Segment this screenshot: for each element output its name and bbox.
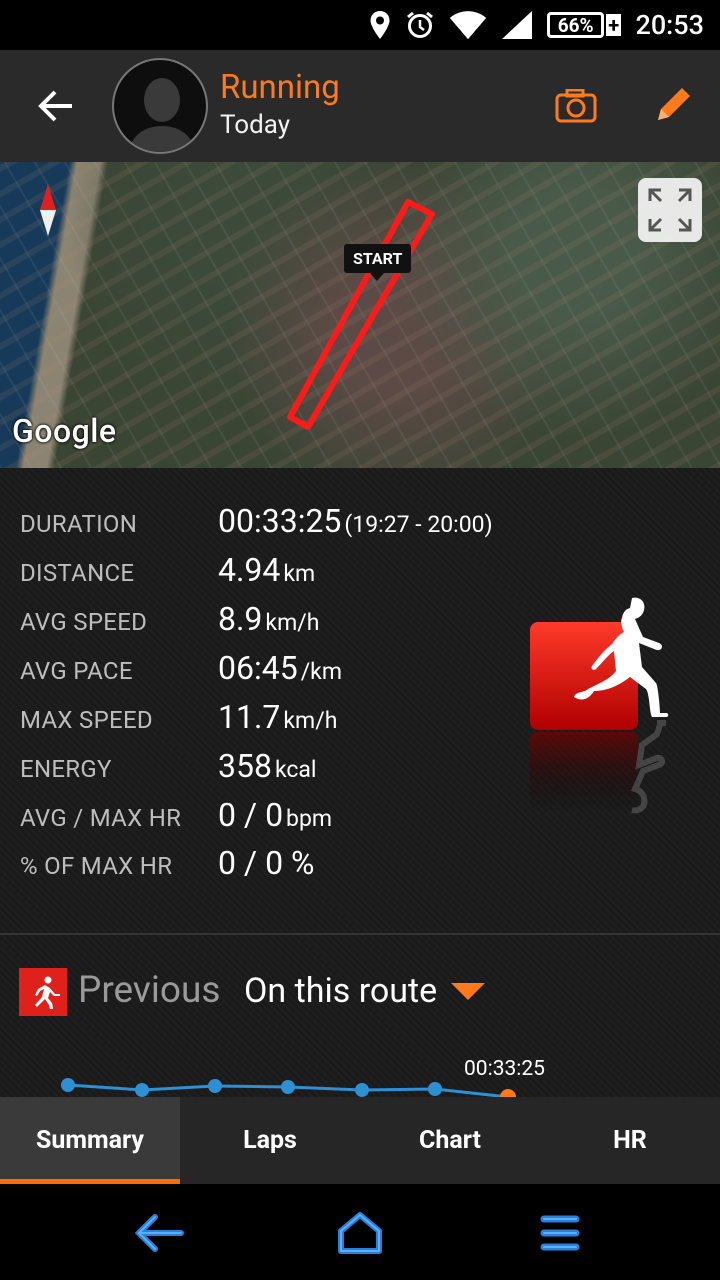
activity-title: Running (220, 68, 340, 107)
camera-icon (555, 89, 597, 123)
chart-point-current (500, 1089, 516, 1097)
stat-row-distance: DISTANCE 4.94 km (0, 551, 720, 591)
pencil-icon (658, 88, 690, 120)
stat-value: 8.9 km/h (218, 600, 320, 638)
tab-laps[interactable]: Laps (180, 1097, 360, 1184)
stat-row-duration: DURATION 00:33:25 (19:27 - 20:00) (0, 502, 720, 542)
menu-icon (540, 1215, 580, 1251)
battery-icon: 66% + (547, 11, 622, 39)
stat-label: DISTANCE (20, 559, 135, 587)
stat-label: DURATION (20, 510, 138, 538)
route-map[interactable]: START Google (0, 162, 720, 468)
stat-row-max-hr-percent: % OF MAX HR 0 / 0 % (0, 844, 720, 884)
chart-point (355, 1083, 369, 1097)
start-marker: START (344, 244, 412, 281)
avatar[interactable] (112, 58, 208, 154)
app-header: Running Today (0, 50, 720, 162)
chart-point (281, 1080, 295, 1094)
tab-hr[interactable]: HR (540, 1097, 720, 1184)
tab-summary[interactable]: Summary (0, 1097, 180, 1184)
previous-label: Previous (78, 969, 221, 1012)
chart-point (428, 1082, 442, 1096)
signal-icon (502, 11, 533, 39)
back-button[interactable] (28, 80, 84, 132)
tab-chart[interactable]: Chart (360, 1097, 540, 1184)
sport-type-icon[interactable] (528, 592, 698, 816)
chart-point (61, 1078, 75, 1092)
google-logo: Google (12, 412, 117, 450)
comparison-dropdown[interactable]: On this route (244, 971, 486, 1011)
stat-label: AVG PACE (20, 657, 133, 685)
stat-value: 0 / 0 % (218, 844, 315, 882)
running-icon (19, 968, 67, 1016)
wifi-icon (450, 11, 487, 39)
stat-label: MAX SPEED (20, 706, 153, 734)
charging-indicator: + (605, 13, 622, 37)
back-arrow-icon (135, 1214, 184, 1252)
battery-percent: 66% (557, 13, 594, 37)
stat-label: ENERGY (20, 755, 112, 783)
activity-date: Today (220, 110, 291, 140)
chart-current-time-label: 00:33:25 (464, 1057, 545, 1081)
expand-map-button[interactable] (638, 178, 702, 242)
edit-button[interactable] (648, 78, 700, 130)
stat-value: 4.94 km (218, 551, 316, 589)
compass-icon[interactable] (38, 184, 58, 240)
person-silhouette-icon (128, 78, 196, 152)
alarm-icon (407, 11, 434, 38)
stat-value: 0 / 0 bpm (218, 796, 333, 834)
stat-value: 11.7 km/h (218, 698, 338, 736)
stat-label: AVG / MAX HR (20, 804, 182, 832)
stat-label: AVG SPEED (20, 608, 148, 636)
previous-section: Previous On this route 00:33:25 (0, 935, 720, 1097)
caret-down-icon (451, 982, 486, 1000)
camera-button[interactable] (550, 80, 602, 132)
nav-back-button[interactable] (130, 1208, 190, 1258)
chart-point (135, 1083, 149, 1097)
activity-summary: DURATION 00:33:25 (19:27 - 20:00) DISTANC… (0, 468, 720, 934)
location-icon (370, 11, 390, 39)
stat-value: 06:45/km (218, 649, 343, 687)
chart-point (208, 1079, 222, 1093)
stat-label: % OF MAX HR (20, 852, 173, 880)
nav-home-button[interactable] (330, 1208, 390, 1258)
clock: 20:53 (635, 9, 704, 41)
stat-value: 00:33:25 (19:27 - 20:00) (218, 502, 493, 540)
stat-value: 358 kcal (218, 747, 317, 785)
comparison-chart (61, 1078, 516, 1097)
expand-icon (648, 188, 692, 232)
arrow-left-icon (38, 90, 72, 122)
nav-menu-button[interactable] (530, 1208, 590, 1258)
home-icon (338, 1212, 382, 1254)
tab-bar: Summary Laps Chart HR (0, 1097, 720, 1184)
comparison-dropdown-value: On this route (244, 971, 438, 1011)
status-bar: 66% + 20:53 (0, 0, 720, 50)
system-nav-bar (0, 1184, 720, 1280)
